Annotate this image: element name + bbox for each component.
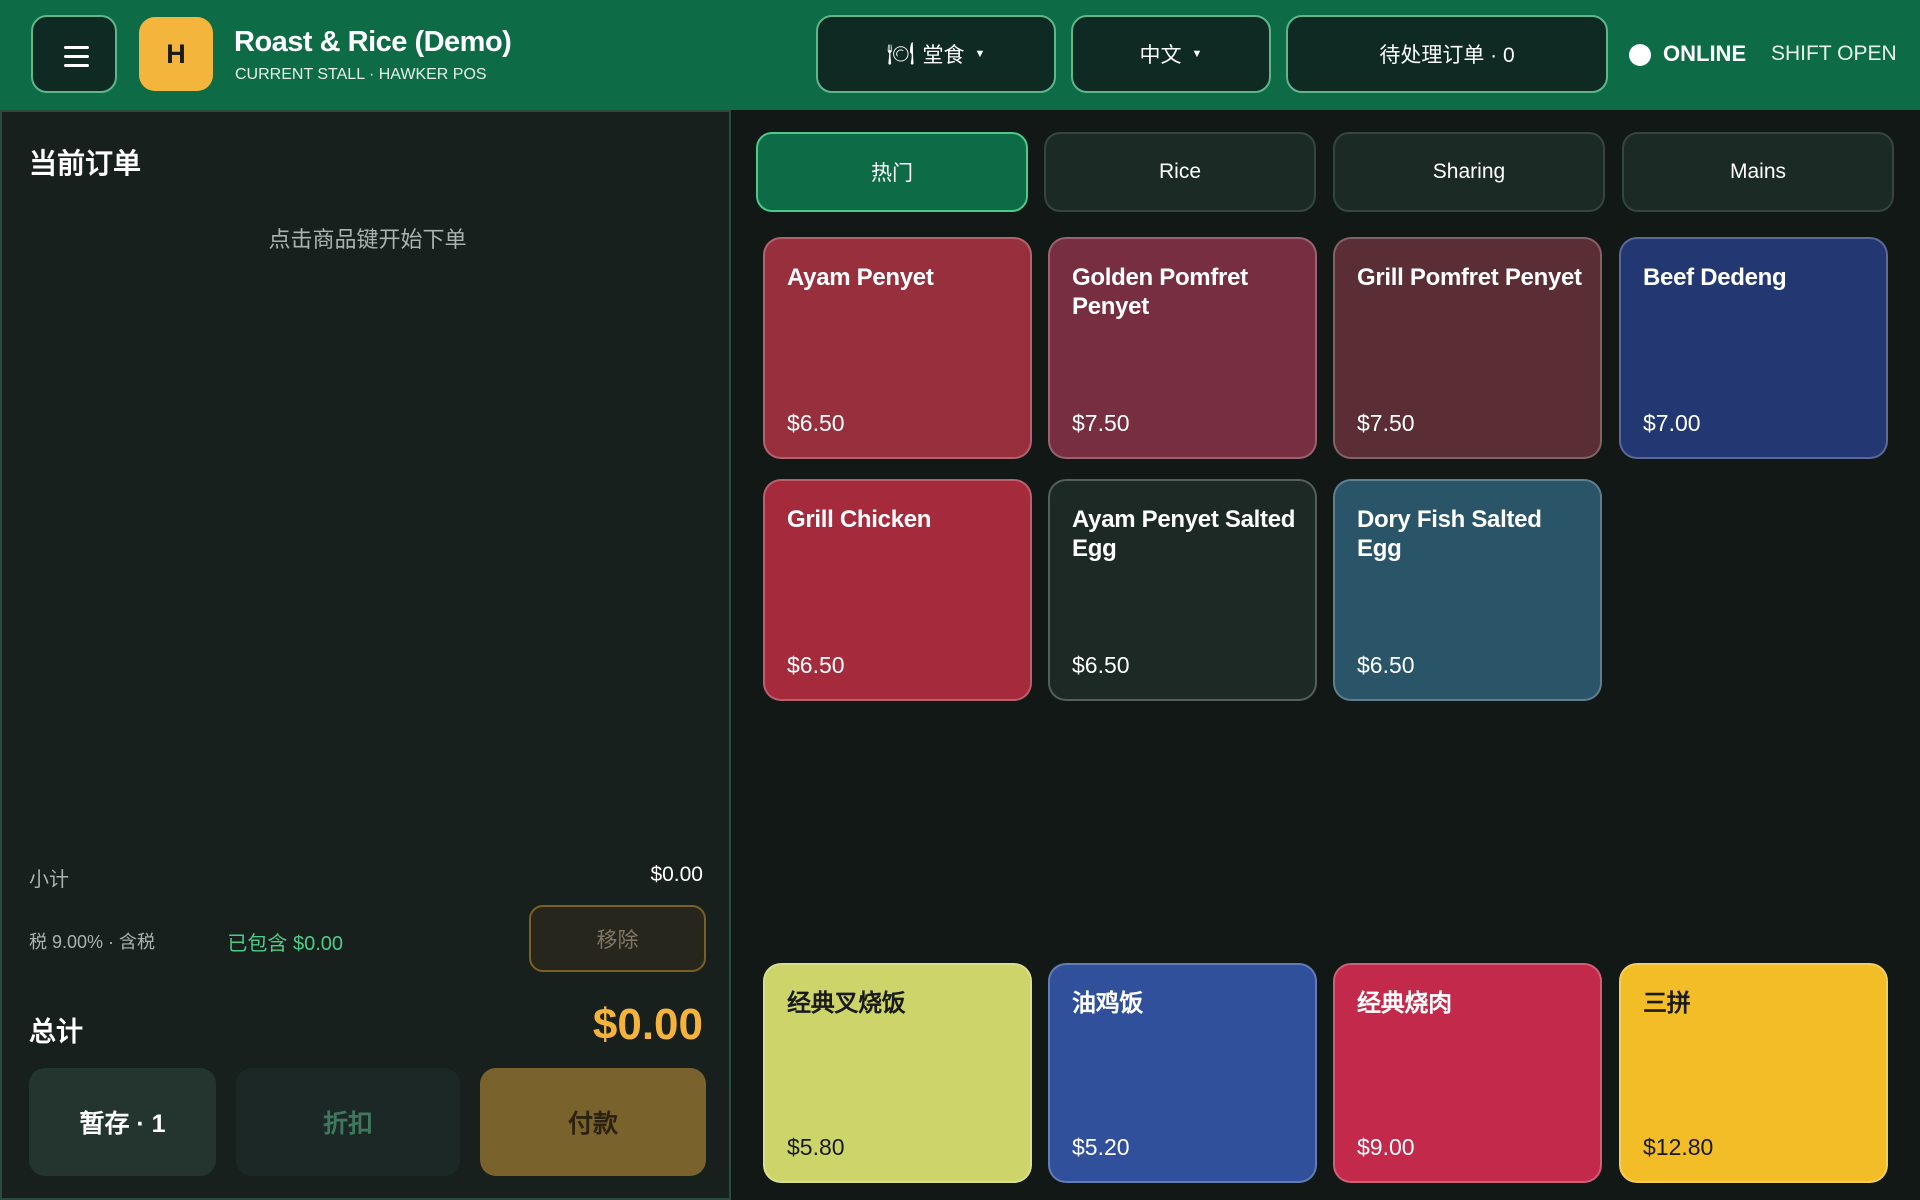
product-price: $6.50 xyxy=(787,652,845,678)
product-price: $7.00 xyxy=(1643,410,1701,436)
product-tile[interactable]: Ayam Penyet Salted Egg $6.50 xyxy=(1048,479,1317,701)
app-subtitle: CURRENT STALL · HAWKER POS xyxy=(235,66,487,83)
product-name: Beef Dedeng xyxy=(1643,264,1787,291)
product-price: $5.80 xyxy=(787,1134,845,1160)
pay-button[interactable]: 付款 xyxy=(480,1068,706,1176)
language-label: 中文 xyxy=(1139,44,1182,67)
product-price: $5.20 xyxy=(1072,1134,1130,1160)
product-name: Golden Pomfret Penyet xyxy=(1072,264,1248,320)
tax-included-value: 已包含 $0.00 xyxy=(227,933,343,955)
language-dropdown[interactable]: 中文 ▼ xyxy=(1071,15,1271,93)
product-price: $6.50 xyxy=(1072,652,1130,678)
featured-tile[interactable]: 三拼 $12.80 xyxy=(1619,963,1888,1183)
product-name: Ayam Penyet xyxy=(787,264,934,291)
subtotal-label: 小计 xyxy=(29,869,69,891)
discount-button[interactable]: 折扣 xyxy=(236,1068,460,1176)
online-status-label: ONLINE xyxy=(1663,41,1747,66)
tab-hot[interactable]: 热门 xyxy=(756,132,1028,212)
menu-button[interactable] xyxy=(31,15,117,93)
total-value: $0.00 xyxy=(592,1000,703,1049)
shift-status-label: SHIFT OPEN xyxy=(1771,42,1897,65)
product-name: 经典烧肉 xyxy=(1357,990,1452,1017)
product-name: Grill Pomfret Penyet xyxy=(1357,264,1582,291)
order-empty-hint: 点击商品键开始下单 xyxy=(268,227,467,252)
product-name: 经典叉烧饭 xyxy=(787,990,906,1017)
product-tile[interactable]: Ayam Penyet $6.50 xyxy=(763,237,1032,459)
app-title: Roast & Rice (Demo) xyxy=(234,26,512,58)
tab-sharing[interactable]: Sharing xyxy=(1333,132,1605,212)
remove-tax-button[interactable]: 移除 xyxy=(529,905,706,972)
product-name: Grill Chicken xyxy=(787,506,932,533)
pending-orders-button[interactable]: 待处理订单 · 0 xyxy=(1286,15,1608,93)
dine-icon: 🍽 xyxy=(886,41,915,66)
tab-mains[interactable]: Mains xyxy=(1622,132,1894,212)
product-tile[interactable]: Dory Fish Salted Egg $6.50 xyxy=(1333,479,1602,701)
order-title: 当前订单 xyxy=(29,148,142,179)
current-order-panel: 当前订单 点击商品键开始下单 小计 $0.00 税 9.00% · 含税 已包含… xyxy=(0,110,731,1200)
tab-rice[interactable]: Rice xyxy=(1044,132,1316,212)
product-name: Dory Fish Salted Egg xyxy=(1357,506,1542,562)
product-name: Ayam Penyet Salted Egg xyxy=(1072,506,1296,562)
featured-tile[interactable]: 经典烧肉 $9.00 xyxy=(1333,963,1602,1183)
product-tile[interactable]: Beef Dedeng $7.00 xyxy=(1619,237,1888,459)
top-bar: H Roast & Rice (Demo) CURRENT STALL · HA… xyxy=(0,0,1920,110)
product-price: $7.50 xyxy=(1072,410,1130,436)
total-label: 总计 xyxy=(29,1017,83,1047)
product-price: $9.00 xyxy=(1357,1134,1415,1160)
product-price: $6.50 xyxy=(787,410,845,436)
tax-label: 税 9.00% · 含税 xyxy=(29,932,156,952)
product-tile[interactable]: Grill Chicken $6.50 xyxy=(763,479,1032,701)
pending-orders-label: 待处理订单 · 0 xyxy=(1379,44,1515,67)
product-tile[interactable]: Golden Pomfret Penyet $7.50 xyxy=(1048,237,1317,459)
featured-tile[interactable]: 经典叉烧饭 $5.80 xyxy=(763,963,1032,1183)
dine-mode-dropdown[interactable]: 🍽 堂食 ▼ xyxy=(816,15,1056,93)
product-tile[interactable]: Grill Pomfret Penyet $7.50 xyxy=(1333,237,1602,459)
stall-logo: H xyxy=(139,17,213,91)
product-price: $6.50 xyxy=(1357,652,1415,678)
chevron-down-icon: ▼ xyxy=(974,48,986,60)
product-name: 三拼 xyxy=(1643,990,1691,1017)
park-order-button[interactable]: 暂存 · 1 xyxy=(29,1068,216,1176)
dine-mode-label: 堂食 xyxy=(922,44,965,67)
chevron-down-icon: ▼ xyxy=(1191,48,1203,60)
product-price: $12.80 xyxy=(1643,1134,1714,1160)
featured-tile[interactable]: 油鸡饭 $5.20 xyxy=(1048,963,1317,1183)
product-price: $7.50 xyxy=(1357,410,1415,436)
product-name: 油鸡饭 xyxy=(1072,990,1144,1017)
online-status-icon xyxy=(1629,44,1651,66)
subtotal-value: $0.00 xyxy=(650,863,703,886)
